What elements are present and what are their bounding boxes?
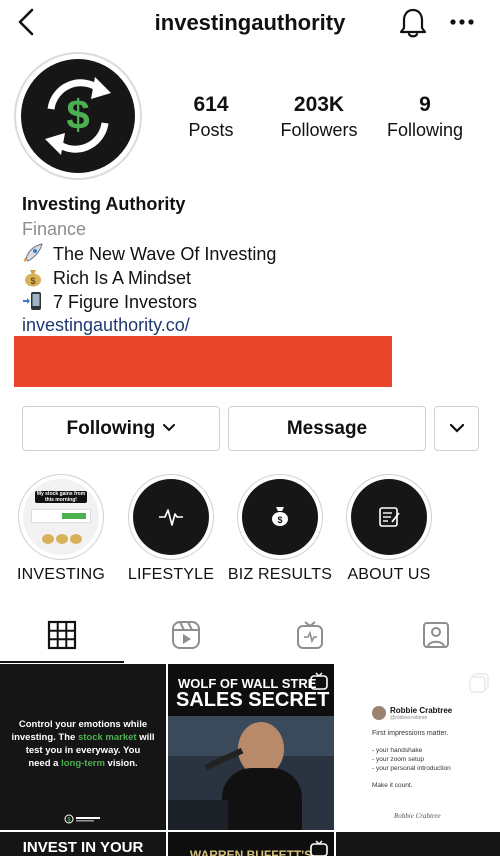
highlight-label: ABOUT US [347,566,431,583]
redacted-block [14,336,392,387]
highlight-cover: $ [237,474,323,560]
message-button[interactable]: Message [228,406,426,451]
svg-text:$: $ [30,276,35,286]
highlight-cover [346,474,432,560]
reels-icon[interactable] [171,620,201,650]
suggested-accounts-button[interactable] [434,406,479,451]
author-handle: @robbiecrabtree [390,715,428,721]
stat-followers[interactable]: 203K Followers [264,92,374,142]
pulse-icon [159,509,183,526]
profile-tabs [0,606,500,664]
signature: Robbie Crabtree [394,812,441,820]
highlight-label: LIFESTYLE [127,566,215,583]
message-button-label: Message [286,418,368,439]
highlight-label: BIZ RESULTS [227,566,333,583]
post-tile[interactable]: WOLF OF WALL STRE SALES SECRET [168,664,334,830]
money-bag-icon [42,534,82,544]
author-avatar [372,706,386,720]
profile-display-name: Investing Authority [22,194,186,214]
bio-line: $ Rich Is A Mindset [22,266,191,290]
highlight-cover [128,474,214,560]
chevron-down-icon [449,423,464,433]
post-photo [168,716,334,830]
post-tile[interactable]: INVEST IN YOUR [0,832,166,856]
profile-avatar[interactable]: $ [14,52,142,180]
stat-posts[interactable]: 614 Posts [156,92,266,142]
following-button[interactable]: Following [22,406,220,451]
igtv-icon[interactable] [295,620,325,650]
following-button-label: Following [66,418,156,439]
multi-photo-badge-icon [469,673,489,693]
bio-line-text: The New Wave Of Investing [53,244,277,264]
preview-card [31,509,91,523]
post-title: INVEST IN YOUR [22,839,144,856]
highlight-biz-results[interactable]: $ BIZ RESULTS [228,474,332,583]
more-dots-icon[interactable] [448,12,476,32]
phone-icon [23,292,41,310]
chevron-down-icon [163,424,176,432]
grid-icon[interactable] [47,620,77,650]
igtv-badge-icon [310,672,328,690]
bell-icon[interactable] [398,7,428,39]
followers-count: 203K [293,93,345,116]
svg-text:$: $ [66,91,89,138]
following-count: 9 [419,93,431,116]
highlight-cover: My stock gains from this morning! [18,474,104,560]
highlight-preview: My stock gains from this morning! [23,479,99,555]
tweet-heading: First impressions matter. [372,730,449,737]
note-edit-icon [379,507,400,527]
profile-category: Finance [22,219,87,239]
posts-count: 614 [193,93,229,116]
bio-line: The New Wave Of Investing [22,242,276,266]
brand-logo-icon: $ [64,814,100,824]
followers-label: Followers [280,120,358,140]
money-bag-icon: $ [272,507,288,526]
highlight-about-us[interactable]: ABOUT US [346,474,432,583]
bio-line-text: 7 Figure Investors [53,292,198,312]
following-label: Following [386,120,464,140]
avatar-logo: $ [21,59,135,173]
money-bag-icon: $ [25,270,41,287]
stat-following[interactable]: 9 Following [370,92,480,142]
top-bar: investingauthority [0,0,500,46]
post-tile[interactable] [336,832,500,856]
rocket-icon [24,243,43,262]
bio-line: 7 Figure Investors [22,290,197,314]
highlight-lifestyle[interactable]: LIFESTYLE [128,474,214,583]
post-quote-text: Control your emotions while investing. T… [11,719,155,769]
tweet-list: - your handshake - your zoom setup - you… [372,747,451,772]
highlight-investing[interactable]: My stock gains from this morning! INVEST… [17,474,105,583]
post-tile[interactable]: Robbie Crabtree @robbiecrabtree First im… [336,664,500,830]
highlight-label: INVESTING [16,566,106,583]
posts-label: Posts [188,120,234,140]
post-tile[interactable]: Control your emotions while investing. T… [0,664,166,830]
igtv-badge-icon [310,840,328,856]
preview-caption: My stock gains from this morning! [35,491,87,503]
bio-line-text: Rich Is A Mindset [53,268,192,288]
tweet-closing: Make it count. [372,782,413,789]
profile-website-link[interactable]: investingauthority.co/ [22,315,190,336]
active-tab-indicator [0,661,124,663]
author-name: Robbie Crabtree [390,706,453,715]
post-tile[interactable]: WARREN BUFFETT'S [168,832,334,856]
tagged-icon[interactable] [421,620,451,650]
svg-text:$: $ [277,515,282,525]
post-title: SALES SECRET [176,689,330,711]
recycle-dollar-icon: $ [45,77,111,155]
